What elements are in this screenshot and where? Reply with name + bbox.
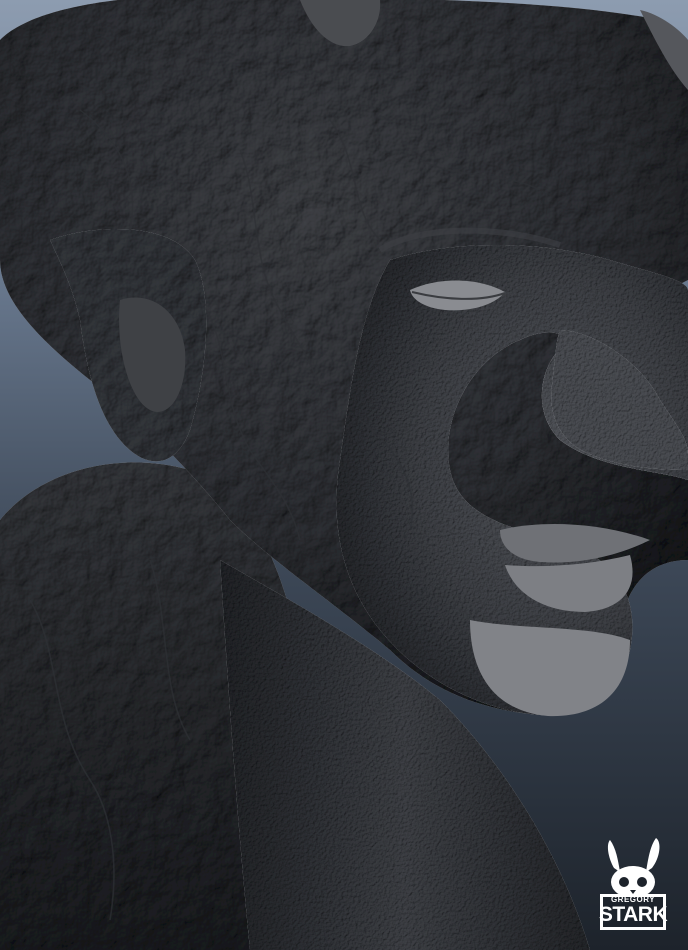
render-canvas: GREGORY STARK — [0, 0, 688, 950]
logo-text-stark: STARK — [598, 903, 668, 926]
sculpt-render — [0, 0, 688, 950]
